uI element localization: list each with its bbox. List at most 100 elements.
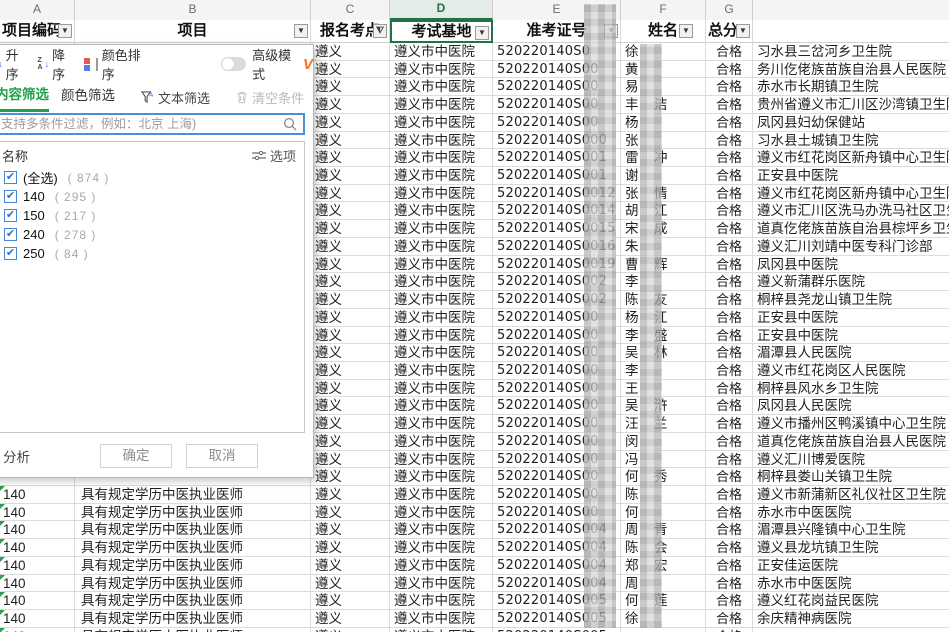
cell-score[interactable]: 合格 [706,291,753,309]
cell-hospital[interactable]: 道真仡佬族苗族自治县人民医院 [753,433,949,451]
cell-hospital[interactable]: 余庆精神病医院 [753,610,949,628]
cell-project-code[interactable]: 140 [0,610,75,628]
cell-score[interactable]: 合格 [706,327,753,345]
cell-name[interactable]: 吴浒 [621,397,706,415]
cell-exam-site[interactable]: 遵义 [311,309,390,327]
cell-exam-site[interactable]: 遵义 [311,61,390,79]
cell-name[interactable]: 冯 [621,451,706,469]
cell-score[interactable]: 合格 [706,78,753,96]
cell-name[interactable]: 丰洁 [621,96,706,114]
cell-ticket-no[interactable]: 520220140S005 [493,628,621,632]
cell-hospital[interactable]: 凤冈县中医院 [753,256,949,274]
cell-exam-site[interactable]: 遵义 [311,451,390,469]
cell-exam-site[interactable]: 遵义 [311,149,390,167]
cell-project[interactable]: 具有规定学历中医执业医师 [75,592,311,610]
cell-hospital[interactable]: 凤冈县妇幼保健站 [753,114,949,132]
cell-exam-base[interactable]: 遵义市中医院 [390,575,493,593]
cell-score[interactable]: 合格 [706,468,753,486]
cell-exam-site[interactable]: 遵义 [311,78,390,96]
cell-hospital[interactable]: 凤冈县人民医院 [753,397,949,415]
cell-name[interactable]: 陈友 [621,291,706,309]
cell-exam-base[interactable]: 遵义市中医院 [390,433,493,451]
cell-score[interactable]: 合格 [706,202,753,220]
cell-project-code[interactable]: 140 [0,628,75,632]
cell-name[interactable]: 张 [621,132,706,150]
cell-hospital[interactable]: 遵义汇川博爱医院 [753,451,949,469]
cell-project-code[interactable]: 140 [0,504,75,522]
cell-project[interactable]: 具有规定学历中医执业医师 [75,504,311,522]
cell-project-code[interactable]: 140 [0,539,75,557]
clear-filter-button[interactable]: 清空条件 [236,88,304,107]
cell-score[interactable]: 合格 [706,309,753,327]
cell-hospital[interactable]: 习水县三岔河乡卫生院 [753,43,949,61]
cell-name[interactable]: 徐 [621,610,706,628]
cell-name[interactable]: 周青 [621,521,706,539]
cell-exam-base[interactable]: 遵义市中医院 [390,344,493,362]
cell-project-code[interactable]: 140 [0,521,75,539]
cell-exam-site[interactable]: 遵义 [311,220,390,238]
cell-hospital[interactable]: 桐梓县风水乡卫生院 [753,380,949,398]
cell-exam-site[interactable]: 遵义 [311,362,390,380]
cell-score[interactable]: 合格 [706,220,753,238]
cell-exam-base[interactable]: 遵义市中医院 [390,132,493,150]
cell-exam-site[interactable]: 遵义 [311,397,390,415]
header-cell-project-code[interactable]: 项目编码 ▼ [0,20,75,43]
cell-score[interactable]: 合格 [706,397,753,415]
cell-exam-base[interactable]: 遵义市中医院 [390,539,493,557]
cell-score[interactable]: 合格 [706,415,753,433]
cell-hospital[interactable]: 习水县土城镇卫生院 [753,132,949,150]
cell-exam-base[interactable]: 遵义市中医院 [390,114,493,132]
cell-score[interactable]: 合格 [706,575,753,593]
cell-project[interactable]: 具有规定学历中医执业医师 [75,521,311,539]
cell-score[interactable]: 合格 [706,433,753,451]
column-header-C[interactable]: C [311,0,390,20]
cell-exam-base[interactable]: 遵义市中医院 [390,220,493,238]
cell-name[interactable]: 宋成 [621,220,706,238]
filter-dropdown-icon[interactable]: ▼ [475,26,489,40]
cell-exam-base[interactable]: 遵义市中医院 [390,149,493,167]
search-input[interactable] [0,116,283,132]
cell-hospital[interactable]: 遵义市红花岗区人民医院 [753,362,949,380]
cell-score[interactable]: 合格 [706,451,753,469]
filter-dropdown-icon[interactable]: ▼ [294,24,308,38]
cell-exam-base[interactable]: 遵义市中医院 [390,309,493,327]
cell-project[interactable]: 具有规定学历中医执业医师 [75,628,311,632]
cell-name[interactable]: 周 [621,575,706,593]
cell-hospital[interactable]: 桐梓县尧龙山镇卫生院 [753,291,949,309]
cell-exam-base[interactable]: 遵义市中医院 [390,504,493,522]
cell-exam-site[interactable]: 遵义 [311,628,390,632]
cell-name[interactable]: 胡江 [621,202,706,220]
header-cell-project[interactable]: 项目 ▼ [75,20,311,43]
cell-score[interactable]: 合格 [706,167,753,185]
cell-name[interactable]: 张情 [621,185,706,203]
cell-project[interactable]: 具有规定学历中医执业医师 [75,610,311,628]
cell-hospital[interactable]: 遵义汇川刘靖中医专科门诊部 [753,238,949,256]
advanced-mode-toggle[interactable] [221,57,246,71]
cell-hospital[interactable]: 贵州省遵义市汇川区沙湾镇卫生院 [753,96,949,114]
cell-score[interactable]: 合格 [706,504,753,522]
cell-hospital[interactable]: 湄潭县兴隆镇中心卫生院 [753,521,949,539]
cell-exam-site[interactable]: 遵义 [311,327,390,345]
cell-name[interactable]: 何秀 [621,468,706,486]
checkbox-checked-icon[interactable]: ✔ [4,209,17,222]
cell-name[interactable]: 何莲 [621,592,706,610]
cell-score[interactable]: 合格 [706,592,753,610]
cell-name[interactable]: 陈会 [621,539,706,557]
cell-exam-site[interactable]: 遵义 [311,202,390,220]
cell-hospital[interactable]: 正安佳运医院 [753,557,949,575]
cell-score[interactable]: 合格 [706,238,753,256]
cell-exam-site[interactable]: 遵义 [311,96,390,114]
cell-exam-base[interactable]: 遵义市中医院 [390,185,493,203]
cell-name[interactable]: 李 [621,273,706,291]
cell-score[interactable]: 合格 [706,486,753,504]
cell-exam-base[interactable]: 遵义市中医院 [390,521,493,539]
filter-value-item[interactable]: ✔ 240 ( 278 ) [0,225,304,244]
cell-name[interactable]: 吴林 [621,344,706,362]
cell-hospital[interactable]: 遵义市红花岗区新舟镇中心卫生院 [753,149,949,167]
cell-exam-base[interactable]: 遵义市中医院 [390,415,493,433]
cell-hospital[interactable]: 遵义市播州区鸭溪镇中心卫生院 [753,415,949,433]
filter-applied-funnel-icon[interactable]: ⧨ [373,24,387,38]
column-header-A[interactable]: A [0,0,75,20]
cell-hospital[interactable]: 遵义红花岗益民医院 [753,592,949,610]
filter-dropdown-icon[interactable]: ▼ [58,24,72,38]
